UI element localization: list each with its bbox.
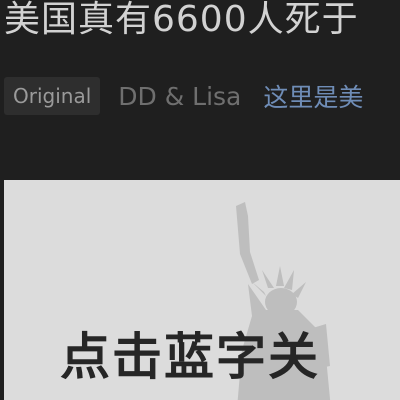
account-link[interactable]: 这里是美 <box>263 78 363 114</box>
article-meta: Original DD & Lisa 这里是美 <box>4 76 400 116</box>
article-page: 美国真有6600人死于 Original DD & Lisa 这里是美 点击蓝字… <box>0 0 400 400</box>
original-tag: Original <box>4 77 101 115</box>
article-title: 美国真有6600人死于 <box>4 0 359 40</box>
follow-banner-text: 点击蓝字关 <box>60 328 320 386</box>
author-name: DD & Lisa <box>118 81 242 111</box>
